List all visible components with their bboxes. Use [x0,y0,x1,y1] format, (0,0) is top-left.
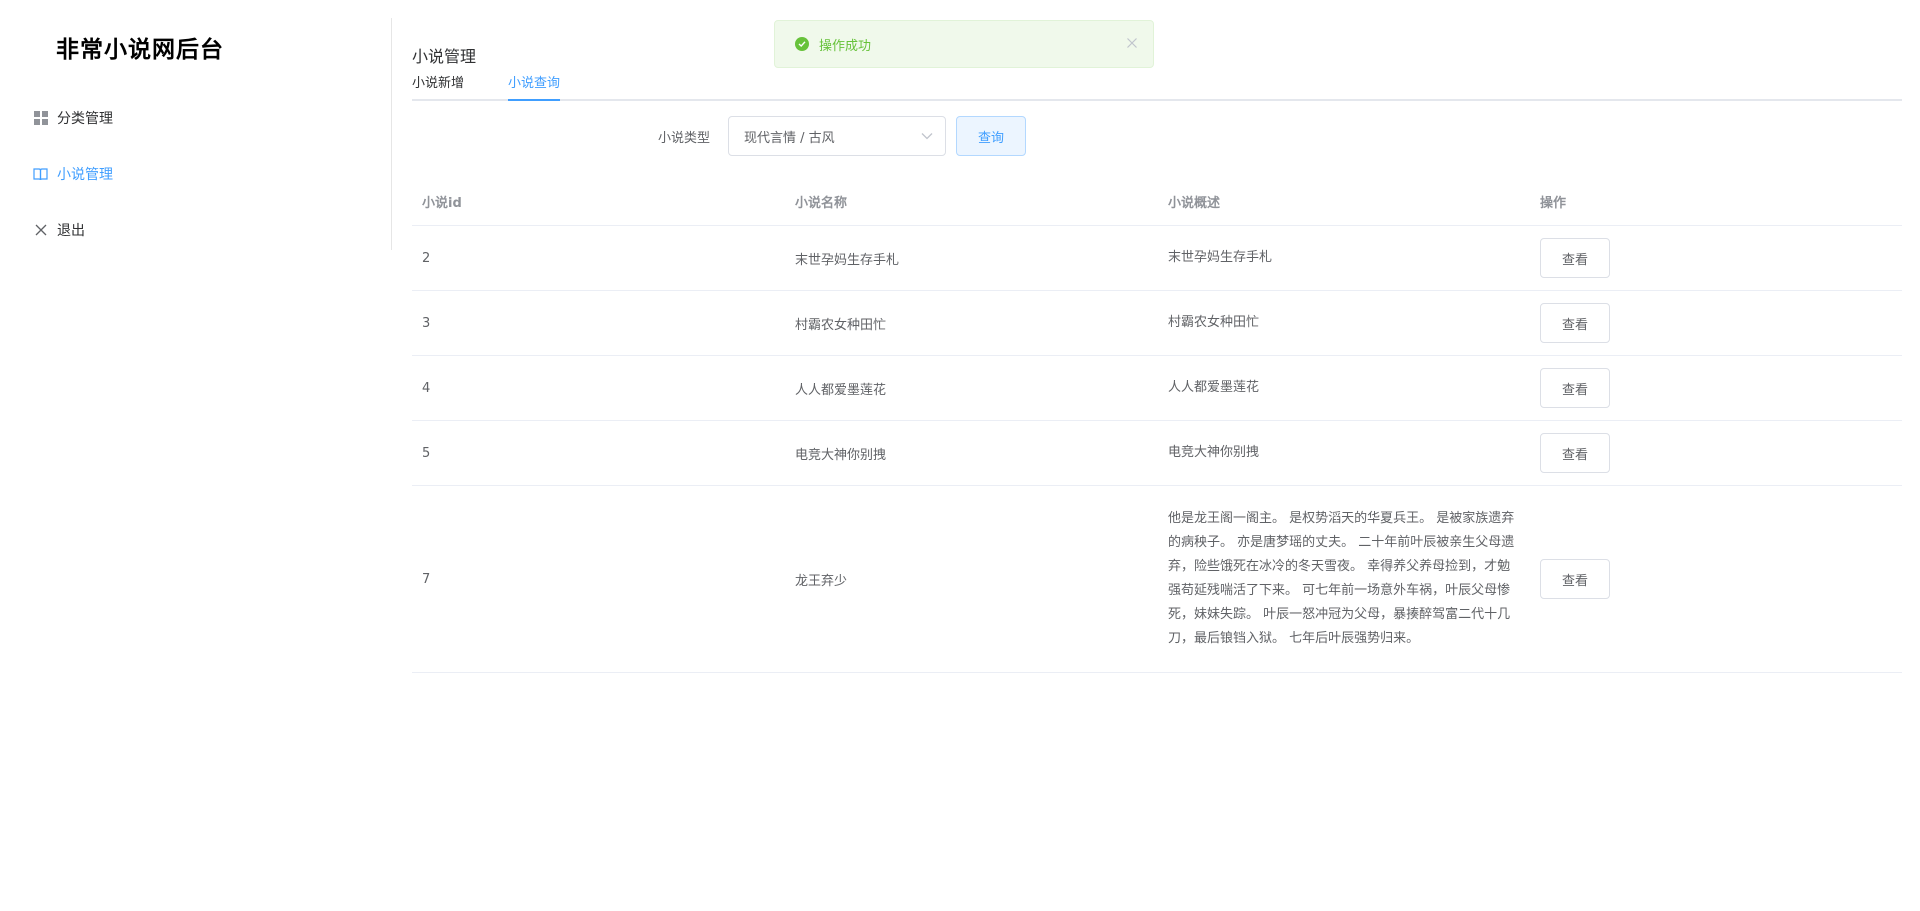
table-row: 4 人人都爱墨莲花 人人都爱墨莲花 查看 [412,356,1902,421]
success-check-icon [795,37,809,51]
cell-id: 2 [422,250,431,266]
toast-message: 操作成功 [819,38,872,54]
grid-icon [33,111,48,126]
cell-desc: 末世孕妈生存手札 [1168,250,1273,265]
sidebar-item-label: 退出 [57,223,85,239]
table-row: 5 电竞大神你别拽 电竞大神你别拽 查看 [412,421,1902,486]
cell-desc: 电竞大神你别拽 [1168,445,1260,460]
sidebar: 非常小说网后台 分类管理 小说管理 退出 [0,0,392,911]
sidebar-item-label: 分类管理 [57,111,113,127]
cell-name: 人人都爱墨莲花 [795,382,887,398]
cell-id: 5 [422,445,431,461]
category-select-value: 现代言情 / 古风 [744,130,835,146]
column-header-id[interactable]: 小说id [412,192,785,211]
novel-table: 小说id 小说名称 小说概述 操作 2 末世孕妈生存手札 末世孕妈生存手札 查看… [412,178,1902,673]
category-filter-label: 小说类型 [658,131,711,146]
cell-name: 龙王弃少 [795,573,848,589]
view-button[interactable]: 查看 [1540,368,1610,408]
sidebar-item-label: 小说管理 [57,167,113,183]
cell-action: 查看 [1530,433,1902,473]
category-select[interactable]: 现代言情 / 古风 [728,116,946,156]
cell-name: 电竞大神你别拽 [795,447,887,463]
success-toast: 操作成功 [774,20,1154,68]
cell-id: 4 [422,380,431,396]
close-icon [33,223,48,238]
table-row: 7 龙王弃少 他是龙王阁一阁主。 是权势滔天的华夏兵王。 是被家族遗弃的病秧子。… [412,486,1902,673]
sidebar-divider [391,18,392,250]
filter-bar: 小说类型 现代言情 / 古风 查询 [412,116,1902,156]
view-button[interactable]: 查看 [1540,238,1610,278]
cell-action: 查看 [1530,368,1902,408]
sidebar-item-category[interactable]: 分类管理 [0,90,392,146]
table-row: 2 末世孕妈生存手札 末世孕妈生存手札 查看 [412,226,1902,291]
column-header-name[interactable]: 小说名称 [785,192,1158,211]
app-title: 非常小说网后台 [56,37,224,63]
view-button[interactable]: 查看 [1540,433,1610,473]
cell-id: 3 [422,315,431,331]
table-header: 小说id 小说名称 小说概述 操作 [412,178,1902,226]
toast-close-icon[interactable] [1126,36,1138,52]
cell-desc: 村霸农女种田忙 [1168,315,1260,330]
view-button[interactable]: 查看 [1540,559,1610,599]
table-row: 3 村霸农女种田忙 村霸农女种田忙 查看 [412,291,1902,356]
column-header-desc[interactable]: 小说概述 [1158,192,1530,211]
cell-id: 7 [422,571,431,587]
tab-novel-query[interactable]: 小说查询 [508,72,561,101]
column-header-action: 操作 [1540,196,1567,211]
page-title: 小说管理 [412,47,477,66]
sidebar-menu: 分类管理 小说管理 退出 [0,90,392,258]
query-button[interactable]: 查询 [956,116,1026,156]
sidebar-item-novels[interactable]: 小说管理 [0,146,392,202]
cell-name: 末世孕妈生存手札 [795,252,900,268]
chevron-down-icon [921,132,933,140]
view-button[interactable]: 查看 [1540,303,1610,343]
cell-desc: 人人都爱墨莲花 [1168,380,1260,395]
sidebar-item-logout[interactable]: 退出 [0,202,392,258]
book-icon [33,167,48,182]
cell-action: 查看 [1530,303,1902,343]
cell-name: 村霸农女种田忙 [795,317,887,333]
tab-bar: 小说新增 小说查询 [412,70,1902,101]
cell-action: 查看 [1530,238,1902,278]
cell-action: 查看 [1530,559,1902,599]
cell-desc: 他是龙王阁一阁主。 是权势滔天的华夏兵王。 是被家族遗弃的病秧子。 亦是唐梦瑶的… [1168,511,1515,646]
tab-novel-add[interactable]: 小说新增 [412,72,464,101]
